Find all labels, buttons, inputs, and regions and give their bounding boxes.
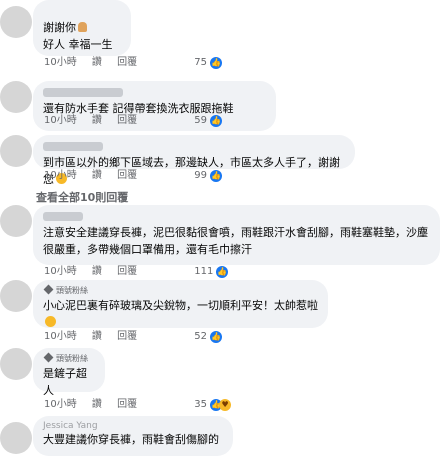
commenter-name[interactable] (43, 88, 123, 97)
like-icon: 👍 (210, 331, 223, 343)
comment-text: 注意安全建議穿長褲，泥巴很黏很會噴，雨鞋跟汗水會刮腳，雨鞋塞鞋墊，沙塵很嚴重，多… (43, 226, 428, 256)
reaction-count[interactable]: 75 👍 (194, 56, 223, 70)
comment-meta: 10小時 讚 回覆 75 👍 (44, 56, 223, 70)
comment-meta: 10小時 讚 回覆 111 👍 (44, 265, 229, 279)
top-fan-diamond-icon (43, 284, 54, 295)
like-icon: 👍 (210, 170, 223, 182)
top-fan-badge: 頭號粉絲 (43, 284, 318, 297)
pray-emoji-icon (78, 22, 87, 32)
comment-bubble: 頭號粉絲 小心泥巴裏有碎玻璃及尖銳物，一切順利平安！太帥惹啦 (33, 280, 328, 328)
top-fan-diamond-icon (43, 352, 54, 363)
avatar[interactable] (0, 135, 32, 167)
like-link[interactable]: 讚 (92, 398, 102, 412)
comment-meta: 10小時 讚 回覆 59 👍 (44, 114, 223, 128)
like-icon: 👍 (216, 266, 229, 278)
like-link[interactable]: 讚 (92, 114, 102, 128)
comment-text-line2: 好人 幸福一生 (43, 38, 113, 51)
commenter-name[interactable] (43, 212, 83, 221)
comment-bubble: 頭號粉絲 是鏟子超人 (33, 348, 105, 397)
like-link[interactable]: 讚 (92, 169, 102, 183)
like-link[interactable]: 讚 (92, 265, 102, 279)
comment-bubble: 到市區以外的鄉下區域去，那邊缺人，市區太多人手了，謝謝您 (33, 135, 355, 186)
timestamp[interactable]: 10小時 (44, 169, 77, 183)
reply-link[interactable]: 回覆 (117, 265, 137, 279)
comment-bubble: 謝謝你 好人 幸福一生 (33, 0, 131, 56)
reaction-count[interactable]: 59 👍 (194, 114, 223, 128)
avatar[interactable] (0, 348, 32, 380)
comment-bubble: 注意安全建議穿長褲，泥巴很黏很會噴，雨鞋跟汗水會刮腳，雨鞋塞鞋墊，沙塵很嚴重，多… (33, 205, 440, 265)
top-fan-badge: 頭號粉絲 (43, 352, 95, 365)
comment-text: 謝謝你 (43, 19, 121, 36)
reaction-count[interactable]: 52 👍 (194, 330, 223, 344)
like-link[interactable]: 讚 (92, 330, 102, 344)
view-all-replies-link[interactable]: 查看全部10則回覆 (36, 189, 128, 205)
like-icon: 👍 (210, 57, 223, 69)
commenter-name[interactable]: Jessica Yang (43, 421, 223, 431)
timestamp[interactable]: 10小時 (44, 330, 77, 344)
reply-link[interactable]: 回覆 (117, 56, 137, 70)
commenter-name[interactable] (43, 142, 103, 151)
reaction-count[interactable]: 111 👍 (194, 265, 229, 279)
reply-link[interactable]: 回覆 (117, 330, 137, 344)
timestamp[interactable]: 10小時 (44, 56, 77, 70)
timestamp[interactable]: 10小時 (44, 398, 77, 412)
avatar[interactable] (0, 205, 32, 237)
timestamp[interactable]: 10小時 (44, 265, 77, 279)
comment-meta: 10小時 讚 回覆 99 👍 (44, 169, 223, 183)
timestamp[interactable]: 10小時 (44, 114, 77, 128)
like-link[interactable]: 讚 (92, 56, 102, 70)
reaction-count[interactable]: 35 👍♥ (194, 398, 232, 412)
like-icon: 👍 (210, 115, 223, 127)
care-icon: ♥ (219, 399, 232, 411)
reply-link[interactable]: 回覆 (117, 398, 137, 412)
grinning-emoji-icon (45, 316, 56, 327)
comment-meta: 10小時 讚 回覆 52 👍 (44, 330, 223, 344)
comment-bubble: Jessica Yang 大豐建議你穿長褲，雨鞋會刮傷腳的 (33, 416, 233, 456)
avatar[interactable] (0, 81, 32, 113)
comment-text: 小心泥巴裏有碎玻璃及尖銳物，一切順利平安！太帥惹啦 (43, 297, 318, 331)
avatar[interactable] (0, 6, 32, 38)
reply-link[interactable]: 回覆 (117, 169, 137, 183)
comment-text: 大豐建議你穿長褲，雨鞋會刮傷腳的 (43, 433, 219, 446)
reaction-count[interactable]: 99 👍 (194, 169, 223, 183)
comment-meta: 10小時 讚 回覆 35 👍♥ (44, 398, 232, 412)
comment-text: 是鏟子超人 (43, 367, 87, 397)
avatar[interactable] (0, 280, 32, 312)
reply-link[interactable]: 回覆 (117, 114, 137, 128)
avatar[interactable] (0, 422, 32, 454)
